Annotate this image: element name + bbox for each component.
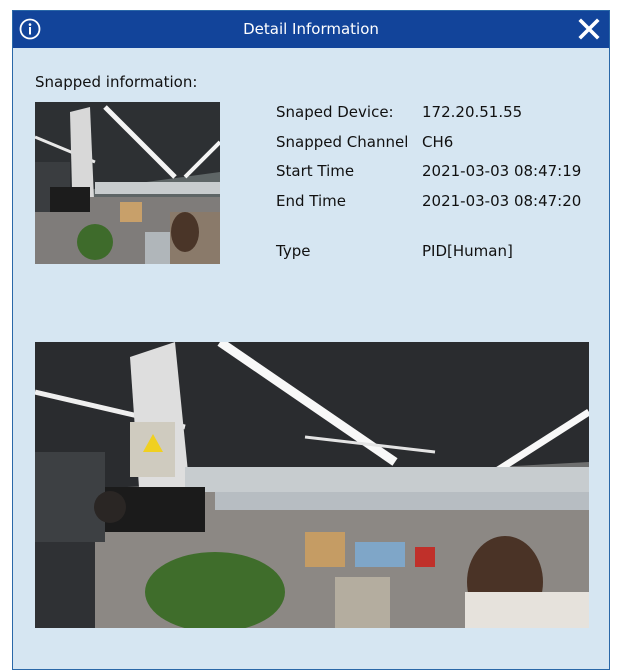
field-label: Snaped Device: xyxy=(276,103,394,121)
dialog-title: Detail Information xyxy=(243,20,379,38)
detail-information-dialog: Detail Information Snapped information: xyxy=(12,10,610,670)
field-value: 2021-03-03 08:47:20 xyxy=(422,191,582,210)
field-label: Start Time xyxy=(276,162,355,180)
close-button[interactable] xyxy=(577,16,601,42)
field-value: CH6 xyxy=(422,132,454,151)
field-label: Snapped Channel xyxy=(276,132,409,151)
snapshot-full-image[interactable] xyxy=(35,342,589,628)
field-label: End Time xyxy=(276,191,346,210)
title-bar: Detail Information xyxy=(13,11,609,48)
field-value: PID[Human] xyxy=(422,242,513,260)
field-value: 2021-03-03 08:47:19 xyxy=(422,162,582,180)
field-label: Type xyxy=(276,242,311,260)
field-value: 172.20.51.55 xyxy=(422,103,523,121)
snapped-information-label: Snapped information: xyxy=(35,73,198,91)
snapshot-thumbnail[interactable] xyxy=(35,102,220,264)
close-icon xyxy=(578,18,600,40)
